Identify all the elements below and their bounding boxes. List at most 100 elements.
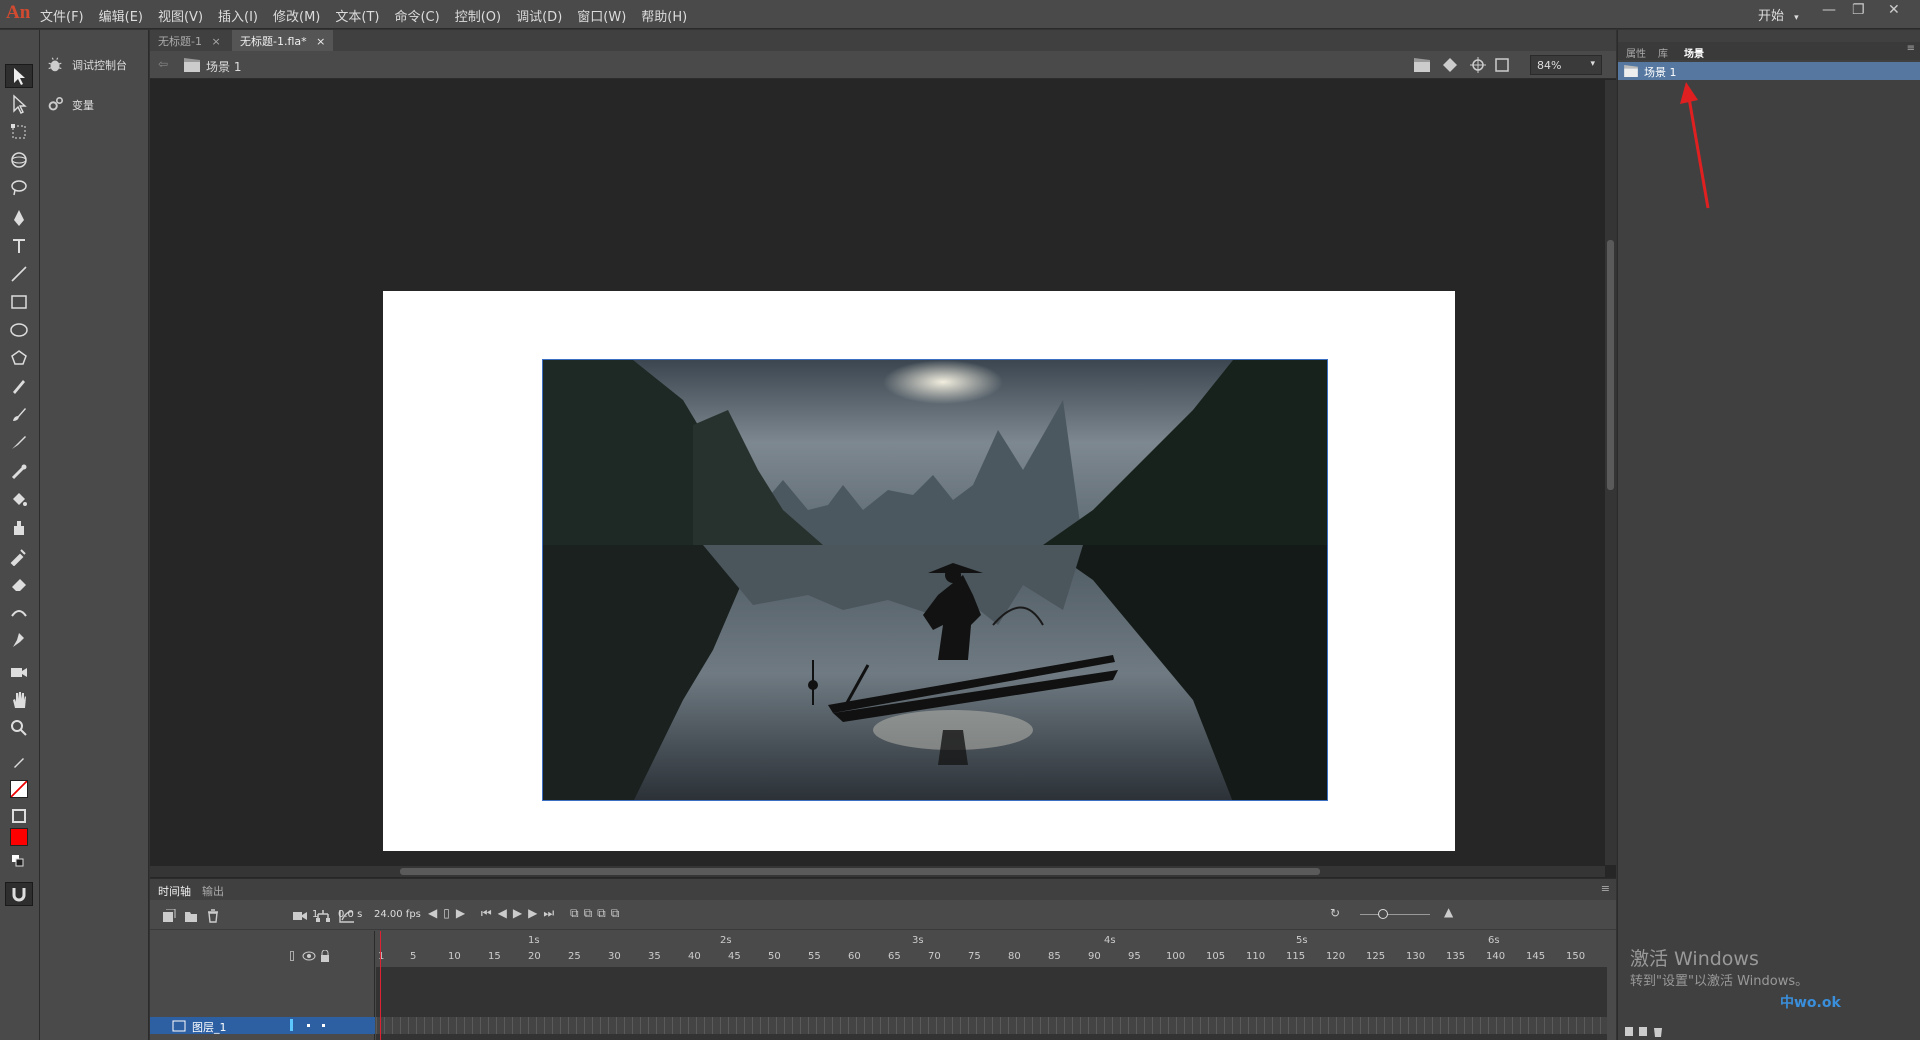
tab-close-icon[interactable]: ×	[316, 35, 325, 48]
slider-thumb[interactable]	[1378, 909, 1388, 919]
tab-untitled-1-fla[interactable]: 无标题-1.fla* ×	[232, 30, 334, 51]
menu-file[interactable]: 文件(F)	[40, 6, 84, 25]
variables-item[interactable]: 变量	[46, 96, 94, 114]
outline-icon[interactable]	[290, 951, 294, 961]
scene-list-item[interactable]: 场景 1	[1618, 62, 1920, 80]
eye-icon[interactable]	[302, 951, 316, 961]
menu-window[interactable]: 窗口(W)	[577, 6, 626, 25]
stage-horizontal-scrollbar[interactable]	[150, 866, 1605, 877]
scene-actions-icon[interactable]	[1624, 1024, 1664, 1038]
right-panel: 属性 库 场景 ≡ 场景 1	[1617, 30, 1920, 1040]
workspace-selector[interactable]: 开始 ▾	[1758, 5, 1799, 24]
bone-tool[interactable]	[5, 460, 33, 484]
selection-tool[interactable]	[5, 64, 33, 88]
scene-breadcrumb[interactable]: 场景 1	[206, 58, 241, 75]
onion-skin-controls[interactable]: ⧉⧉⧉⧉	[570, 906, 624, 921]
eyedropper-tool[interactable]	[5, 544, 33, 568]
fill-swatch[interactable]	[10, 828, 28, 846]
paint-bucket-tool[interactable]	[5, 488, 33, 512]
folder-icon[interactable]	[184, 909, 198, 923]
pen-tool[interactable]	[5, 206, 33, 230]
close-button[interactable]: ✕	[1888, 2, 1900, 18]
restore-button[interactable]: ❐	[1852, 2, 1865, 18]
lock-dot[interactable]	[322, 1024, 325, 1027]
free-transform-tool[interactable]	[5, 120, 33, 144]
tab-timeline[interactable]: 时间轴	[158, 883, 191, 899]
scroll-thumb[interactable]	[400, 868, 1320, 875]
frames-grid[interactable]: 1s 2s 3s 4s 5s 6s 1 5 10 15 20 25 30 35 …	[376, 931, 1607, 1040]
fill-icon	[12, 809, 26, 823]
ink-bottle-tool[interactable]	[5, 516, 33, 540]
mountain-icon[interactable]: ▲	[1444, 905, 1453, 919]
frame-number: 60	[848, 951, 861, 962]
trash-icon[interactable]	[206, 909, 220, 923]
menu-commands[interactable]: 命令(C)	[394, 6, 439, 25]
lock-icon[interactable]	[320, 950, 330, 962]
layer-row[interactable]: 图层_1	[150, 1017, 375, 1034]
camera-tool[interactable]	[5, 660, 33, 684]
line-tool[interactable]	[5, 262, 33, 286]
frame-ruler[interactable]: 1s 2s 3s 4s 5s 6s 1 5 10 15 20 25 30 35 …	[376, 931, 1607, 967]
menu-text[interactable]: 文本(T)	[335, 6, 379, 25]
stage-vertical-scrollbar[interactable]	[1605, 80, 1616, 865]
menu-view[interactable]: 视图(V)	[158, 6, 203, 25]
stroke-color-tool[interactable]	[5, 750, 33, 774]
pencil-tool[interactable]	[5, 374, 33, 398]
tab-scene[interactable]: 场景	[1684, 45, 1704, 60]
frame-zoom-slider[interactable]	[1360, 909, 1430, 919]
layer-name[interactable]: 图层_1	[192, 1019, 227, 1035]
subselection-tool[interactable]	[5, 92, 33, 116]
menu-control[interactable]: 控制(O)	[455, 6, 501, 25]
current-frame[interactable]: 1	[312, 909, 318, 920]
layer-frames[interactable]	[376, 1017, 1607, 1034]
landscape-image[interactable]	[542, 359, 1328, 801]
eraser-tool[interactable]	[5, 572, 33, 596]
tab-close-icon[interactable]: ×	[211, 35, 220, 48]
frame-rate[interactable]: 24.00 fps	[374, 909, 421, 920]
pin-tool[interactable]	[5, 628, 33, 652]
clip-stage-icon[interactable]	[1494, 57, 1510, 73]
rectangle-tool[interactable]	[5, 290, 33, 314]
paint-brush-tool[interactable]	[5, 402, 33, 426]
brush-tool[interactable]	[5, 430, 33, 454]
lasso-tool[interactable]	[5, 176, 33, 200]
tab-output[interactable]: 输出	[202, 883, 224, 899]
stroke-swatch[interactable]	[10, 780, 28, 798]
new-layer-icon[interactable]	[162, 909, 176, 923]
timeline-tabs: 时间轴 输出 ≡	[150, 879, 1616, 900]
menu-modify[interactable]: 修改(M)	[273, 6, 320, 25]
menu-debug[interactable]: 调试(D)	[516, 6, 562, 25]
zoom-select[interactable]: 84% ▾	[1530, 55, 1602, 75]
zoom-tool[interactable]	[5, 716, 33, 740]
fill-color-tool[interactable]	[5, 804, 33, 828]
loop-icon[interactable]: ↻	[1330, 906, 1340, 920]
debug-console-item[interactable]: 调试控制台	[46, 56, 127, 74]
center-stage-icon[interactable]	[1470, 57, 1486, 73]
elapsed-time[interactable]: 0.0 s	[338, 909, 362, 920]
scroll-thumb[interactable]	[1607, 240, 1614, 490]
panel-menu-icon[interactable]: ≡	[1601, 882, 1610, 895]
snap-to-objects[interactable]	[5, 882, 33, 906]
tab-untitled-1[interactable]: 无标题-1 ×	[150, 30, 229, 51]
swap-colors[interactable]	[5, 850, 33, 874]
tab-library[interactable]: 库	[1658, 45, 1668, 60]
menu-insert[interactable]: 插入(I)	[218, 6, 258, 25]
text-tool[interactable]	[5, 234, 33, 258]
playhead[interactable]	[380, 931, 381, 1040]
stage-canvas[interactable]	[383, 291, 1455, 851]
width-tool[interactable]	[5, 600, 33, 624]
menu-edit[interactable]: 编辑(E)	[99, 6, 143, 25]
back-arrow-icon[interactable]: ⇦	[158, 57, 168, 71]
edit-symbols-icon[interactable]	[1442, 57, 1458, 73]
panel-menu-icon[interactable]: ≡	[1907, 43, 1915, 54]
menu-help[interactable]: 帮助(H)	[641, 6, 687, 25]
polystar-tool[interactable]	[5, 346, 33, 370]
camera-icon[interactable]	[292, 909, 308, 923]
hand-tool[interactable]	[5, 688, 33, 712]
oval-tool[interactable]	[5, 318, 33, 342]
tab-properties[interactable]: 属性	[1626, 45, 1646, 60]
visibility-dot[interactable]	[307, 1024, 310, 1027]
minimize-button[interactable]: —	[1822, 2, 1836, 18]
3d-rotation-tool[interactable]	[5, 148, 33, 172]
edit-scene-icon[interactable]	[1414, 58, 1430, 72]
